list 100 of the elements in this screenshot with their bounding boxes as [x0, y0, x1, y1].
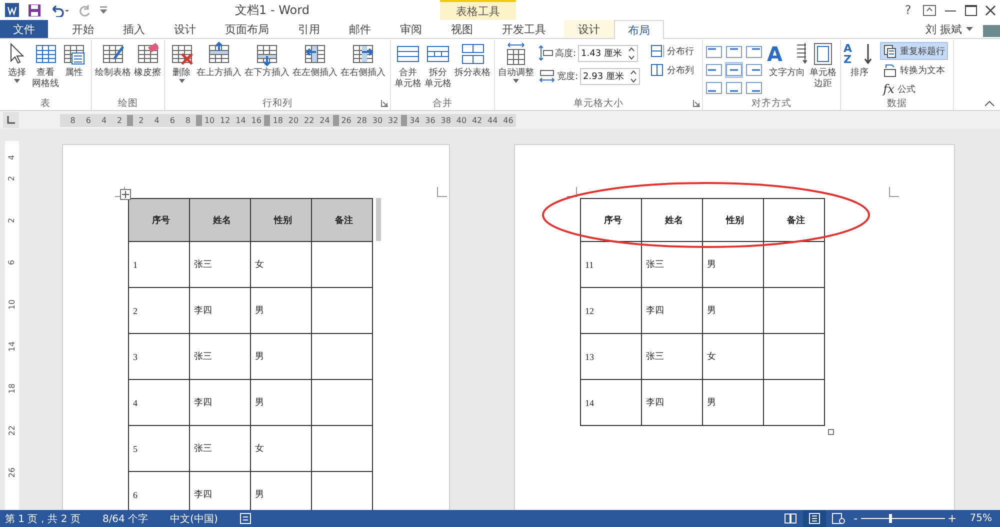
table-cell: 11 — [580, 242, 642, 288]
table-cell: 张三 — [642, 242, 702, 288]
zoom-level[interactable]: 75% — [970, 513, 992, 524]
ribbon-button[interactable]: A 文字方向 — [766, 42, 808, 79]
row-height-icon — [539, 45, 553, 61]
web-layout-icon[interactable] — [832, 513, 845, 524]
table-cell: 男 — [250, 334, 312, 380]
ruler-marker[interactable] — [264, 114, 270, 126]
zoom-in-button[interactable]: + — [948, 512, 957, 525]
ribbon-button[interactable]: 在左侧插入 — [292, 42, 338, 79]
alignment-button[interactable] — [705, 62, 724, 78]
table-move-handle-icon[interactable] — [120, 189, 131, 200]
ribbon-button[interactable]: 在下方插入 — [244, 42, 290, 79]
dialog-launcher-icon[interactable] — [693, 100, 700, 107]
ribbon-tab[interactable]: 布局 — [614, 20, 664, 39]
tab-stop-icon[interactable] — [7, 116, 15, 124]
word-count[interactable]: 8/64 个字 — [102, 512, 148, 526]
customize-caret-icon[interactable] — [100, 6, 107, 14]
print-layout-icon[interactable] — [808, 513, 820, 524]
ribbon-button[interactable]: AZ 排序 — [842, 42, 876, 79]
table-cell: 李四 — [190, 288, 250, 334]
ribbon-button[interactable]: 在右侧插入 — [340, 42, 386, 79]
dialog-launcher-icon[interactable] — [381, 100, 388, 107]
alignment-button[interactable] — [705, 44, 724, 60]
ruler-marker[interactable] — [400, 114, 407, 126]
user-name[interactable]: 刘 振斌 — [926, 22, 962, 36]
ribbon-button[interactable]: 分布列 — [647, 61, 698, 79]
ribbon-button[interactable]: 在上方插入 — [196, 42, 242, 79]
undo-icon[interactable] — [50, 4, 70, 16]
ribbon-options-icon[interactable] — [923, 4, 936, 16]
ribbon-button[interactable]: 拆分表格 — [454, 42, 492, 79]
ribbon-tab[interactable]: 审阅 — [389, 20, 433, 38]
ribbon-button[interactable]: 分布行 — [647, 42, 698, 60]
horizontal-ruler[interactable]: 8 6 4 2 2 4 6 8 10 12 14 16 18 20 22 24 26 28 30 32 34 36 38 40 42 44 46 — [60, 114, 516, 126]
ruler-marker[interactable] — [196, 114, 202, 126]
ribbon-tab[interactable]: 邮件 — [338, 20, 382, 38]
zoom-slider-thumb[interactable] — [888, 514, 892, 523]
table-cell: 2 — [128, 288, 190, 334]
ribbon-tab[interactable]: 插入 — [112, 20, 156, 38]
group-label: 合并 — [432, 97, 452, 110]
ribbon-button[interactable]: 删除 — [168, 42, 194, 85]
table-resize-handle-icon[interactable] — [828, 429, 834, 435]
maximize-icon[interactable] — [965, 4, 977, 16]
alignment-button[interactable] — [745, 44, 764, 60]
alignment-button[interactable] — [725, 44, 744, 60]
collapse-ribbon-icon[interactable] — [985, 101, 994, 106]
ribbon-tab[interactable]: 开发工具 — [491, 20, 557, 38]
ribbon-button[interactable]: 单元格 边距 — [808, 42, 838, 90]
ribbon-button[interactable]: 合并 单元格 — [394, 42, 422, 90]
ribbon-tab[interactable]: 设计 — [564, 20, 614, 38]
ruler-number: 46 — [502, 116, 514, 124]
alignment-button[interactable] — [745, 62, 764, 78]
ribbon-tab[interactable]: 引用 — [287, 20, 331, 38]
save-icon[interactable] — [28, 4, 41, 16]
ruler-number: 42 — [470, 116, 484, 124]
ribbon-tab[interactable]: 开始 — [61, 20, 105, 38]
ribbon-button[interactable]: 绘制表格 — [94, 42, 132, 79]
size-field[interactable]: 1.43 厘米 — [578, 44, 638, 62]
help-button[interactable]: ? — [901, 3, 915, 17]
ribbon-button[interactable]: 转换为文本 — [880, 61, 948, 79]
ribbon-button[interactable]: 拆分 单元格 — [424, 42, 452, 90]
ribbon-tab[interactable]: 视图 — [440, 20, 484, 38]
macro-recording-icon[interactable] — [240, 513, 251, 524]
group-label: 单元格大小 — [574, 97, 624, 110]
ruler-number: 6 — [168, 116, 176, 124]
ribbon-tab[interactable]: 设计 — [163, 20, 207, 38]
ribbon-button[interactable]: 自动调整 — [497, 42, 535, 85]
insert-below-icon — [255, 42, 279, 66]
zoom-slider[interactable] — [860, 514, 945, 523]
ribbon-tab[interactable]: 页面布局 — [214, 20, 280, 38]
ruler-number: 30 — [371, 116, 384, 124]
ruler-number: 44 — [486, 116, 499, 124]
ribbon-button[interactable]: 橡皮擦 — [133, 42, 162, 79]
insert-left-icon — [303, 42, 327, 66]
ribbon-tab[interactable]: 文件 — [0, 20, 48, 38]
ribbon-button[interactable]: 选择 — [4, 42, 30, 85]
autofit-icon — [504, 42, 528, 66]
ruler-marker[interactable] — [332, 114, 338, 126]
table-grid-icon — [34, 42, 58, 66]
ribbon-button[interactable]: 查看 网格线 — [31, 42, 60, 90]
ruler-number: 22 — [8, 425, 16, 436]
ruler-marker[interactable] — [127, 114, 134, 126]
alignment-button[interactable] — [745, 80, 764, 96]
read-mode-icon[interactable] — [784, 513, 797, 524]
alignment-button[interactable] — [705, 80, 724, 96]
page-count[interactable]: 第 1 页，共 2 页 — [5, 512, 80, 526]
column-header: 姓名 — [190, 198, 250, 242]
size-field[interactable]: 2.93 厘米 — [580, 68, 640, 84]
vertical-ruler[interactable]: 4 2 2 6 10 14 18 22 26 — [5, 141, 19, 510]
language-status[interactable]: 中文(中国) — [170, 512, 218, 526]
close-icon[interactable] — [985, 4, 996, 16]
caret-icon[interactable] — [966, 26, 973, 32]
group-label: 绘图 — [118, 97, 138, 110]
alignment-button[interactable] — [725, 80, 744, 96]
ribbon-button[interactable]: fx 公式 — [880, 80, 948, 98]
alignment-button[interactable] — [725, 62, 744, 78]
ribbon-button[interactable]: 属性 — [61, 42, 87, 79]
ribbon-button[interactable]: 重复标题行 — [880, 42, 948, 60]
table-cell: 男 — [250, 288, 312, 334]
zoom-out-button[interactable]: - — [854, 512, 858, 525]
